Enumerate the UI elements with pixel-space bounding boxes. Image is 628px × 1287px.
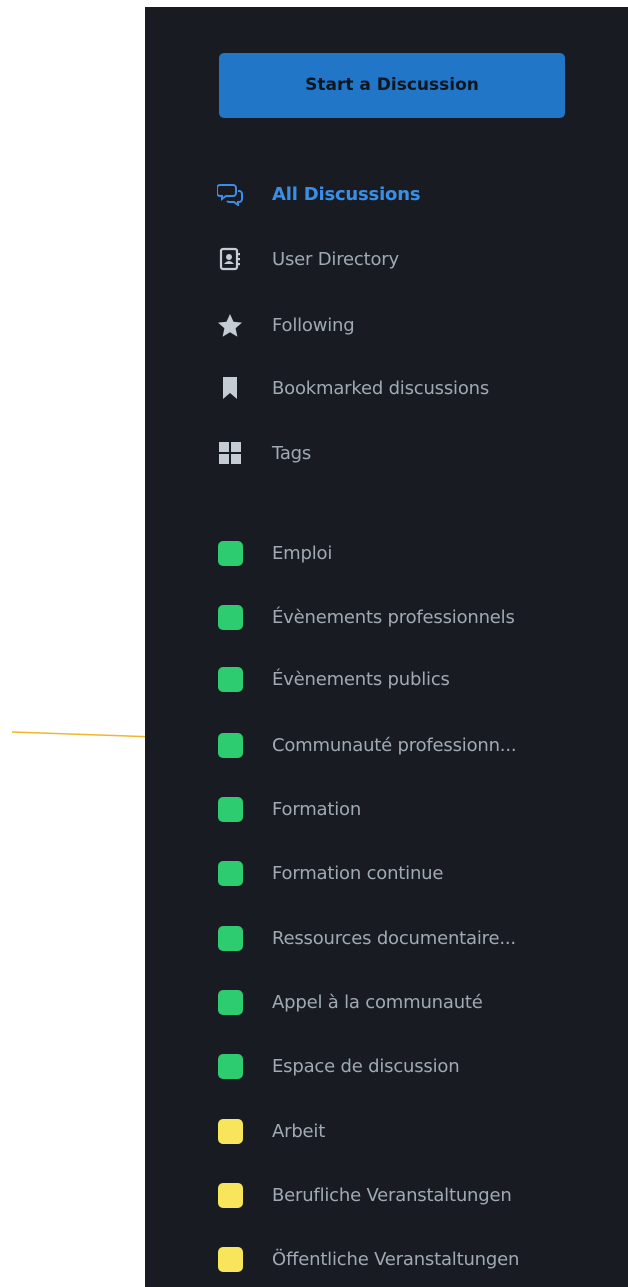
nav-item-all-discussions[interactable]: All Discussions [217, 174, 421, 214]
tag-color-swatch [217, 796, 243, 822]
nav-label: All Discussions [272, 183, 421, 205]
start-discussion-button[interactable]: Start a Discussion [219, 53, 565, 118]
tag-color-swatch [217, 666, 243, 692]
grid-icon [217, 440, 243, 466]
tag-item-appel-communaute[interactable]: Appel à la communauté [217, 982, 483, 1022]
tag-color-swatch [217, 860, 243, 886]
tag-item-emploi[interactable]: Emploi [217, 533, 332, 573]
nav-label: Tags [272, 442, 312, 464]
tag-label: Öffentliche Veranstaltungen [272, 1248, 520, 1270]
tag-color-swatch [217, 989, 243, 1015]
tag-item-formation-continue[interactable]: Formation continue [217, 853, 443, 893]
tag-item-communaute-professionnelle[interactable]: Communauté professionn... [217, 725, 517, 765]
tag-item-espace-de-discussion[interactable]: Espace de discussion [217, 1046, 460, 1086]
tag-label: Appel à la communauté [272, 991, 483, 1013]
sidebar-panel: Start a Discussion All Discussions User … [145, 7, 628, 1287]
tag-label: Formation [272, 798, 362, 820]
nav-item-bookmarked[interactable]: Bookmarked discussions [217, 368, 489, 408]
tag-label: Arbeit [272, 1120, 326, 1142]
tag-item-arbeit[interactable]: Arbeit [217, 1111, 325, 1151]
tag-label: Formation continue [272, 862, 444, 884]
nav-item-tags[interactable]: Tags [217, 433, 311, 473]
tag-label: Évènements publics [272, 668, 450, 690]
tag-color-swatch [217, 604, 243, 630]
tag-label: Espace de discussion [272, 1055, 460, 1077]
comments-icon [217, 181, 243, 207]
star-icon [217, 312, 243, 338]
tag-label: Communauté professionn... [272, 734, 517, 756]
tag-color-swatch [217, 1182, 243, 1208]
tag-label: Évènements professionnels [272, 606, 515, 628]
tag-item-formation[interactable]: Formation [217, 789, 361, 829]
nav-item-following[interactable]: Following [217, 305, 355, 345]
tag-label: Berufliche Veranstaltungen [272, 1184, 512, 1206]
tag-item-evenements-publics[interactable]: Évènements publics [217, 659, 450, 699]
address-book-icon [217, 246, 243, 272]
nav-label: User Directory [272, 248, 399, 270]
tag-item-ressources-documentaires[interactable]: Ressources documentaire... [217, 918, 516, 958]
tag-color-swatch [217, 540, 243, 566]
tag-label: Ressources documentaire... [272, 927, 516, 949]
tag-color-swatch [217, 1246, 243, 1272]
tag-color-swatch [217, 732, 243, 758]
tag-item-evenements-professionnels[interactable]: Évènements professionnels [217, 597, 515, 637]
tag-label: Emploi [272, 542, 333, 564]
tag-color-swatch [217, 1118, 243, 1144]
nav-label: Following [272, 314, 355, 336]
tag-color-swatch [217, 925, 243, 951]
tag-item-oeffentliche-veranstaltungen[interactable]: Öffentliche Veranstaltungen [217, 1239, 519, 1279]
nav-item-user-directory[interactable]: User Directory [217, 239, 399, 279]
nav-label: Bookmarked discussions [272, 377, 490, 399]
tag-item-berufliche-veranstaltungen[interactable]: Berufliche Veranstaltungen [217, 1175, 512, 1215]
tag-color-swatch [217, 1053, 243, 1079]
bookmark-icon [217, 375, 243, 401]
